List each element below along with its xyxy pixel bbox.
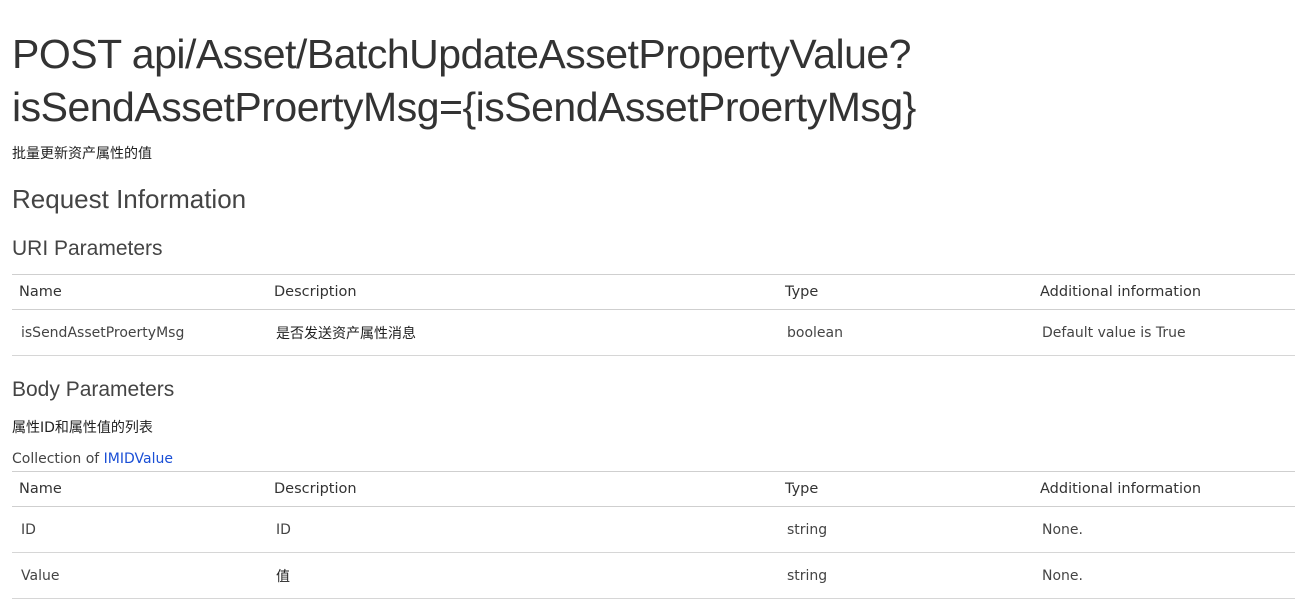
table-row: ID ID string None. xyxy=(12,506,1295,553)
column-header-additional-information: Additional information xyxy=(1033,471,1295,507)
param-additional-information: None. xyxy=(1033,506,1295,553)
column-header-name: Name xyxy=(12,274,267,310)
table-header-row: Name Description Type Additional informa… xyxy=(12,274,1295,310)
column-header-name: Name xyxy=(12,471,267,507)
param-additional-information: Default value is True xyxy=(1033,309,1295,356)
uri-parameters-heading: URI Parameters xyxy=(12,237,163,260)
param-type: boolean xyxy=(778,309,1033,356)
param-description: ID xyxy=(267,506,778,553)
column-header-description: Description xyxy=(267,471,778,507)
param-name: Value xyxy=(12,552,267,599)
param-additional-information: None. xyxy=(1033,552,1295,599)
param-description: 是否发送资产属性消息 xyxy=(267,309,778,356)
page-title: POST api/Asset/BatchUpdateAssetPropertyV… xyxy=(12,31,916,130)
param-name: ID xyxy=(12,506,267,553)
uri-parameters-table: Name Description Type Additional informa… xyxy=(12,274,1295,356)
param-type: string xyxy=(778,552,1033,599)
body-parameters-description: 属性ID和属性值的列表 xyxy=(12,420,153,436)
param-description: 值 xyxy=(267,552,778,599)
table-row: isSendAssetProertyMsg 是否发送资产属性消息 boolean… xyxy=(12,309,1295,356)
column-header-type: Type xyxy=(778,274,1033,310)
table-row: Value 值 string None. xyxy=(12,552,1295,599)
column-header-description: Description xyxy=(267,274,778,310)
param-type: string xyxy=(778,506,1033,553)
collection-of-line: Collection of IMIDValue xyxy=(12,451,173,467)
column-header-additional-information: Additional information xyxy=(1033,274,1295,310)
api-help-page: POST api/Asset/BatchUpdateAssetPropertyV… xyxy=(0,0,1300,605)
request-information-heading: Request Information xyxy=(12,184,247,214)
table-header-row: Name Description Type Additional informa… xyxy=(12,471,1295,507)
collection-prefix: Collection of xyxy=(12,451,100,467)
param-name: isSendAssetProertyMsg xyxy=(12,309,267,356)
imidvalue-link[interactable]: IMIDValue xyxy=(104,451,173,467)
body-parameters-table: Name Description Type Additional informa… xyxy=(12,471,1295,599)
body-parameters-heading: Body Parameters xyxy=(12,378,175,401)
column-header-type: Type xyxy=(778,471,1033,507)
api-description: 批量更新资产属性的值 xyxy=(12,146,152,162)
